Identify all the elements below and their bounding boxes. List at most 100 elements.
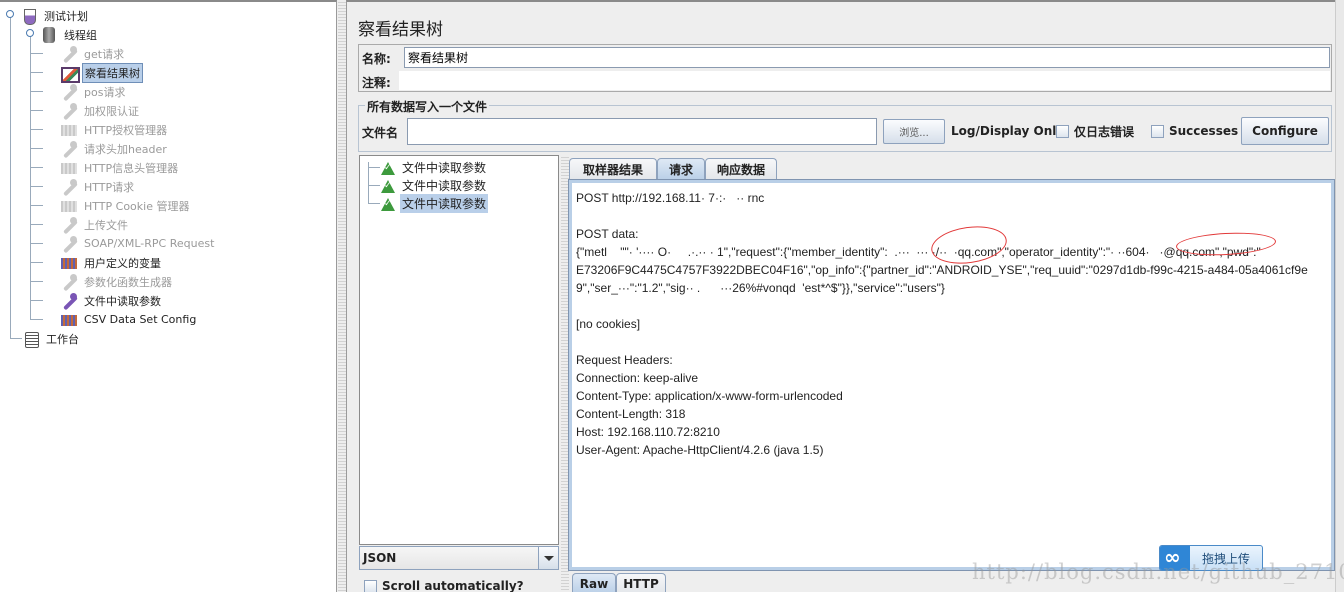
- tree-node[interactable]: SOAP/XML-RPC Request: [60, 234, 216, 253]
- successes-checkbox[interactable]: [1151, 125, 1164, 138]
- vertical-scrollbar[interactable]: [1335, 0, 1344, 592]
- main-splitter[interactable]: [338, 0, 346, 592]
- tree-node[interactable]: HTTP授权管理器: [60, 120, 169, 139]
- config-icon: [60, 255, 78, 271]
- tree-node[interactable]: 请求头加header: [60, 139, 169, 158]
- log-display-only-label: Log/Display Only:: [951, 124, 1069, 138]
- request-line: Host: 192.168.110.72:8210: [576, 425, 720, 439]
- success-icon: [380, 178, 396, 194]
- tree-node[interactable]: 参数化函数生成器: [60, 272, 174, 291]
- results-splitter[interactable]: [561, 155, 569, 592]
- tree-node[interactable]: 察看结果树: [60, 62, 143, 83]
- tree-connector: [31, 91, 43, 92]
- request-line: Connection: keep-alive: [576, 371, 699, 385]
- result-item-label: 文件中读取参数: [400, 194, 489, 213]
- thread-group-icon: [40, 26, 58, 43]
- drag-upload-label: 拖拽上传: [1201, 551, 1250, 566]
- request-line: POST http://192.168.11· 7·:· ·· rnc: [576, 191, 765, 205]
- tree-node[interactable]: pos请求: [60, 82, 127, 101]
- request-content[interactable]: POST http://192.168.11· 7·:· ·· rnc POST …: [568, 179, 1335, 571]
- renderer-dropdown[interactable]: JSON: [359, 546, 559, 570]
- tree-node-workbench[interactable]: 工作台: [22, 329, 81, 348]
- tree-node-thread-group[interactable]: 线程组: [40, 25, 99, 44]
- request-line: 9","ser_···":"1.2","sig·· . ···26%#vonqd…: [576, 281, 945, 295]
- tree-node[interactable]: HTTP Cookie 管理器: [60, 196, 191, 215]
- tree-connector: [31, 224, 43, 225]
- tree-node[interactable]: 上传文件: [60, 215, 130, 234]
- tree-node-label: 文件中读取参数: [84, 294, 161, 308]
- comment-input[interactable]: [399, 71, 1330, 90]
- tree-node[interactable]: 文件中读取参数: [60, 291, 163, 310]
- success-icon: [380, 160, 396, 176]
- subtab-http[interactable]: HTTP: [616, 573, 666, 592]
- results-area: 文件中读取参数文件中读取参数文件中读取参数 JSON Scroll automa…: [358, 155, 1336, 592]
- jmeter-window: 测试计划 线程组 get请求 察看结果树 pos请求加权限认证 HTTP授权管理器请求…: [0, 0, 1344, 592]
- tree-node[interactable]: CSV Data Set Config: [60, 310, 198, 329]
- tree-connector: [368, 167, 380, 168]
- tree-connector: [368, 162, 369, 204]
- drag-upload-button[interactable]: 拖拽上传: [1159, 545, 1263, 571]
- tree-node-test-plan[interactable]: 测试计划: [20, 6, 90, 25]
- name-label: 名称:: [362, 52, 391, 66]
- tree-connector: [31, 129, 43, 130]
- tree-connector: [10, 16, 11, 338]
- tree-node[interactable]: 加权限认证: [60, 101, 141, 120]
- subtab-raw[interactable]: Raw: [572, 573, 616, 592]
- workbench-icon: [22, 331, 40, 348]
- tab-response-data[interactable]: 响应数据: [705, 158, 777, 180]
- tree-connector: [31, 53, 43, 54]
- filename-input[interactable]: [407, 118, 877, 145]
- browse-button[interactable]: 浏览...: [883, 119, 945, 144]
- expand-toggle[interactable]: [6, 10, 14, 18]
- comment-label: 注释:: [362, 76, 391, 90]
- request-line: [576, 207, 1308, 225]
- request-line: Content-Type: application/x-www-form-url…: [576, 389, 843, 403]
- flask-icon: [20, 8, 38, 25]
- tree-connector: [10, 338, 22, 339]
- result-item[interactable]: 文件中读取参数: [380, 158, 488, 177]
- errors-only-checkbox[interactable]: [1056, 125, 1069, 138]
- tree-node[interactable]: HTTP请求: [60, 177, 136, 196]
- sampler-icon: [60, 216, 78, 233]
- tree-node-label: CSV Data Set Config: [84, 313, 197, 326]
- tab-sampler-result[interactable]: 取样器结果: [569, 158, 657, 180]
- result-item[interactable]: 文件中读取参数: [380, 194, 489, 213]
- tree-node-label: HTTP请求: [84, 180, 135, 194]
- tree-connector: [31, 110, 43, 111]
- scroll-automatically-checkbox[interactable]: [364, 580, 377, 592]
- result-item-label: 文件中读取参数: [402, 179, 487, 193]
- tree-node[interactable]: get请求: [60, 44, 126, 63]
- expand-toggle[interactable]: [26, 29, 34, 37]
- config-icon: [60, 312, 78, 328]
- test-plan-tree[interactable]: 测试计划 线程组 get请求 察看结果树 pos请求加权限认证 HTTP授权管理器请求…: [0, 0, 337, 592]
- tree-connector: [31, 72, 43, 73]
- tree-connector: [31, 148, 43, 149]
- tree-node-label: get请求: [84, 47, 125, 61]
- tree-node-label: HTTP授权管理器: [84, 123, 168, 137]
- request-line: Request Headers:: [576, 353, 673, 367]
- results-tree[interactable]: 文件中读取参数文件中读取参数文件中读取参数: [359, 155, 559, 545]
- sampler-icon: [60, 178, 78, 195]
- request-line: [576, 333, 1308, 351]
- tree-node[interactable]: 用户定义的变量: [60, 253, 163, 272]
- success-icon: [380, 196, 396, 212]
- configure-button[interactable]: Configure: [1241, 117, 1329, 145]
- request-line: E73206F9C4475C4757F3922DBEC04F16","op_in…: [576, 263, 1308, 277]
- sampler-icon: [60, 140, 78, 157]
- tree-connector: [31, 167, 43, 168]
- tree-node[interactable]: HTTP信息头管理器: [60, 158, 180, 177]
- tree-node-label: 察看结果树: [82, 62, 143, 83]
- tree-connector: [31, 300, 43, 301]
- tree-connector: [368, 185, 380, 186]
- tree-node-label: HTTP信息头管理器: [84, 161, 179, 175]
- name-input[interactable]: [404, 47, 1330, 68]
- errors-only-label: 仅日志错误: [1074, 125, 1135, 139]
- chevron-down-icon[interactable]: [538, 547, 558, 569]
- tree-connector: [31, 281, 43, 282]
- tree-node-label: 加权限认证: [84, 104, 139, 118]
- config-icon: [60, 198, 78, 214]
- result-item[interactable]: 文件中读取参数: [380, 176, 488, 195]
- tree-node-label: 参数化函数生成器: [84, 275, 172, 289]
- tab-request[interactable]: 请求: [657, 158, 705, 180]
- sampler-icon: [60, 83, 78, 100]
